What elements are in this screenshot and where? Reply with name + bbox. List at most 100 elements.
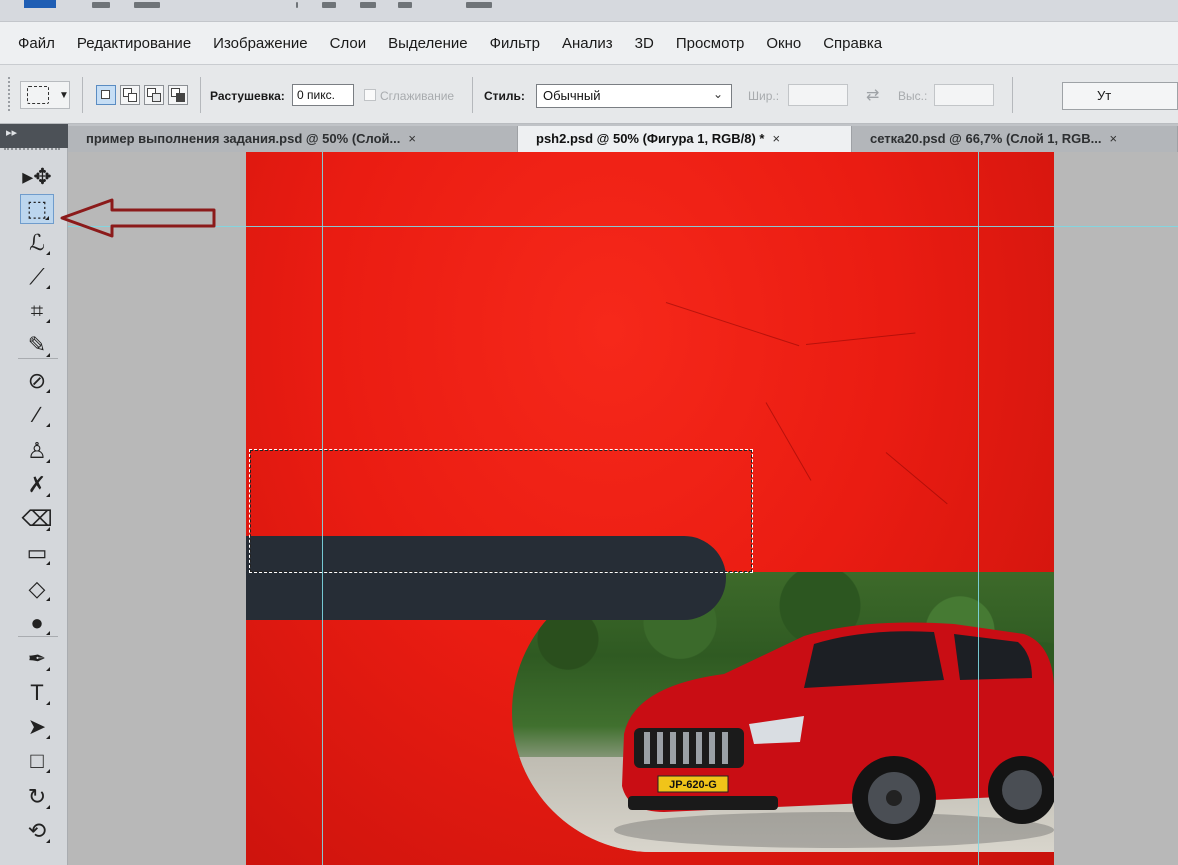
- intersect-selection-mode-button[interactable]: [168, 85, 188, 105]
- dodge-tool-icon: ●: [30, 610, 44, 635]
- subtract-selection-icon: [152, 93, 161, 102]
- document-tabs: пример выполнения задания.psd @ 50% (Сло…: [68, 124, 1178, 152]
- horizontal-guide[interactable]: [68, 226, 1178, 227]
- strip-button-icon[interactable]: [360, 2, 376, 8]
- tool-button[interactable]: ⟋: [20, 262, 54, 292]
- tool-button[interactable]: ✎: [20, 330, 54, 360]
- tool-button[interactable]: ✒: [20, 644, 54, 674]
- chevron-down-icon: ⌄: [712, 87, 723, 101]
- tool-button[interactable]: ⟲: [20, 816, 54, 846]
- swap-dimensions-icon[interactable]: ⇄: [866, 85, 879, 105]
- close-icon[interactable]: ×: [408, 131, 416, 146]
- menu-layers[interactable]: Слои: [330, 35, 366, 52]
- strip-button-icon[interactable]: [466, 2, 492, 8]
- close-icon[interactable]: ×: [772, 131, 780, 146]
- menu-edit[interactable]: Редактирование: [77, 35, 191, 52]
- tool-button[interactable]: ⊘: [20, 366, 54, 396]
- subtract-selection-mode-button[interactable]: [144, 85, 164, 105]
- menu-select[interactable]: Выделение: [388, 35, 467, 52]
- options-separator: [472, 77, 473, 113]
- menu-filter[interactable]: Фильтр: [490, 35, 540, 52]
- height-input[interactable]: [934, 84, 994, 106]
- tab-setka20-psd[interactable]: сетка20.psd @ 66,7% (Слой 1, RGB... ×: [852, 126, 1178, 152]
- toolbox-grip[interactable]: [4, 148, 60, 152]
- menu-image[interactable]: Изображение: [213, 35, 308, 52]
- new-selection-mode-button[interactable]: [96, 85, 116, 105]
- tab-psh2-psd[interactable]: psh2.psd @ 50% (Фигура 1, RGB/8) * ×: [518, 126, 852, 152]
- tab-example-psd[interactable]: пример выполнения задания.psd @ 50% (Сло…: [68, 126, 518, 152]
- menu-view[interactable]: Просмотр: [676, 35, 745, 52]
- tool-button[interactable]: ∕: [20, 400, 54, 430]
- vertical-guide[interactable]: [978, 152, 979, 865]
- rectangle-shape-tool-icon: □: [30, 748, 44, 773]
- width-input[interactable]: [788, 84, 848, 106]
- tool-button[interactable]: □: [20, 746, 54, 776]
- options-grip[interactable]: [8, 77, 14, 111]
- tool-button[interactable]: ⌫: [20, 504, 54, 534]
- red-suv-image: JP-620-G: [614, 622, 1054, 848]
- flyout-corner-icon: [46, 561, 50, 565]
- flyout-corner-icon: [46, 423, 50, 427]
- flyout-corner-icon: [46, 493, 50, 497]
- flyout-corner-icon: [46, 459, 50, 463]
- app-title-strip: [0, 0, 1178, 22]
- toolbox-header[interactable]: ▸▸: [0, 124, 68, 148]
- clone-stamp-tool-icon: ♙: [27, 438, 47, 463]
- collapse-icon[interactable]: ▸▸: [6, 126, 17, 139]
- strip-button-icon[interactable]: [322, 2, 336, 8]
- flyout-corner-icon: [46, 389, 50, 393]
- refine-edge-label: Ут: [1097, 88, 1112, 103]
- tool-button[interactable]: ▭: [20, 538, 54, 568]
- feather-input[interactable]: 0 пикс.: [292, 84, 354, 106]
- history-brush-tool-icon: ✗: [27, 472, 47, 497]
- tool-preset-picker[interactable]: ▼: [20, 81, 70, 109]
- flyout-corner-icon: [45, 216, 49, 220]
- flyout-corner-icon: [46, 667, 50, 671]
- tool-button[interactable]: ▸✥: [20, 162, 54, 192]
- tool-button[interactable]: ●: [20, 608, 54, 638]
- texture-crack: [885, 452, 948, 505]
- tool-button[interactable]: ➤: [20, 712, 54, 742]
- width-label: Шир.:: [748, 89, 780, 103]
- vertical-guide[interactable]: [322, 152, 323, 865]
- document-canvas[interactable]: JP-620-G: [246, 152, 1054, 865]
- refine-edge-button[interactable]: Ут: [1062, 82, 1178, 110]
- style-select[interactable]: Обычный ⌄: [536, 84, 732, 108]
- antialias-checkbox[interactable]: [364, 89, 376, 101]
- tool-button[interactable]: T: [20, 678, 54, 708]
- tab-label: сетка20.psd @ 66,7% (Слой 1, RGB...: [870, 131, 1102, 146]
- tool-button[interactable]: ⬚: [20, 194, 54, 224]
- intersect-selection-icon: [176, 93, 185, 102]
- menu-file[interactable]: Файл: [18, 35, 55, 52]
- tool-button[interactable]: ✗: [20, 470, 54, 500]
- strip-button-icon[interactable]: [92, 2, 110, 8]
- tool-button[interactable]: ⌗: [20, 296, 54, 326]
- strip-separator: [296, 2, 298, 8]
- menu-window[interactable]: Окно: [766, 35, 801, 52]
- marquee-selection[interactable]: [249, 449, 753, 573]
- marquee-preset-icon: [27, 86, 49, 104]
- flyout-corner-icon: [46, 631, 50, 635]
- menu-analysis[interactable]: Анализ: [562, 35, 613, 52]
- flyout-corner-icon: [46, 839, 50, 843]
- style-label: Стиль:: [484, 89, 525, 103]
- options-separator: [200, 77, 201, 113]
- menu-3d[interactable]: 3D: [635, 35, 654, 52]
- workspace[interactable]: JP-620-G: [68, 152, 1178, 865]
- feather-label: Растушевка:: [210, 89, 285, 103]
- license-plate-text: JP-620-G: [669, 779, 717, 791]
- height-label: Выс.:: [898, 89, 928, 103]
- close-icon[interactable]: ×: [1109, 131, 1117, 146]
- style-select-value: Обычный: [543, 88, 601, 103]
- tool-button[interactable]: ↻: [20, 782, 54, 812]
- flyout-corner-icon: [46, 285, 50, 289]
- toolbox-separator: [18, 636, 58, 637]
- tool-button[interactable]: ◇: [20, 574, 54, 604]
- strip-button-icon[interactable]: [398, 2, 412, 8]
- tool-button[interactable]: ♙: [20, 436, 54, 466]
- strip-button-icon[interactable]: [134, 2, 160, 8]
- options-bar: ▼ Растушевка: 0 пикс. Сглаживание Стиль:…: [0, 64, 1178, 124]
- tool-button[interactable]: ℒ: [20, 228, 54, 258]
- menu-help[interactable]: Справка: [823, 35, 882, 52]
- add-selection-mode-button[interactable]: [120, 85, 140, 105]
